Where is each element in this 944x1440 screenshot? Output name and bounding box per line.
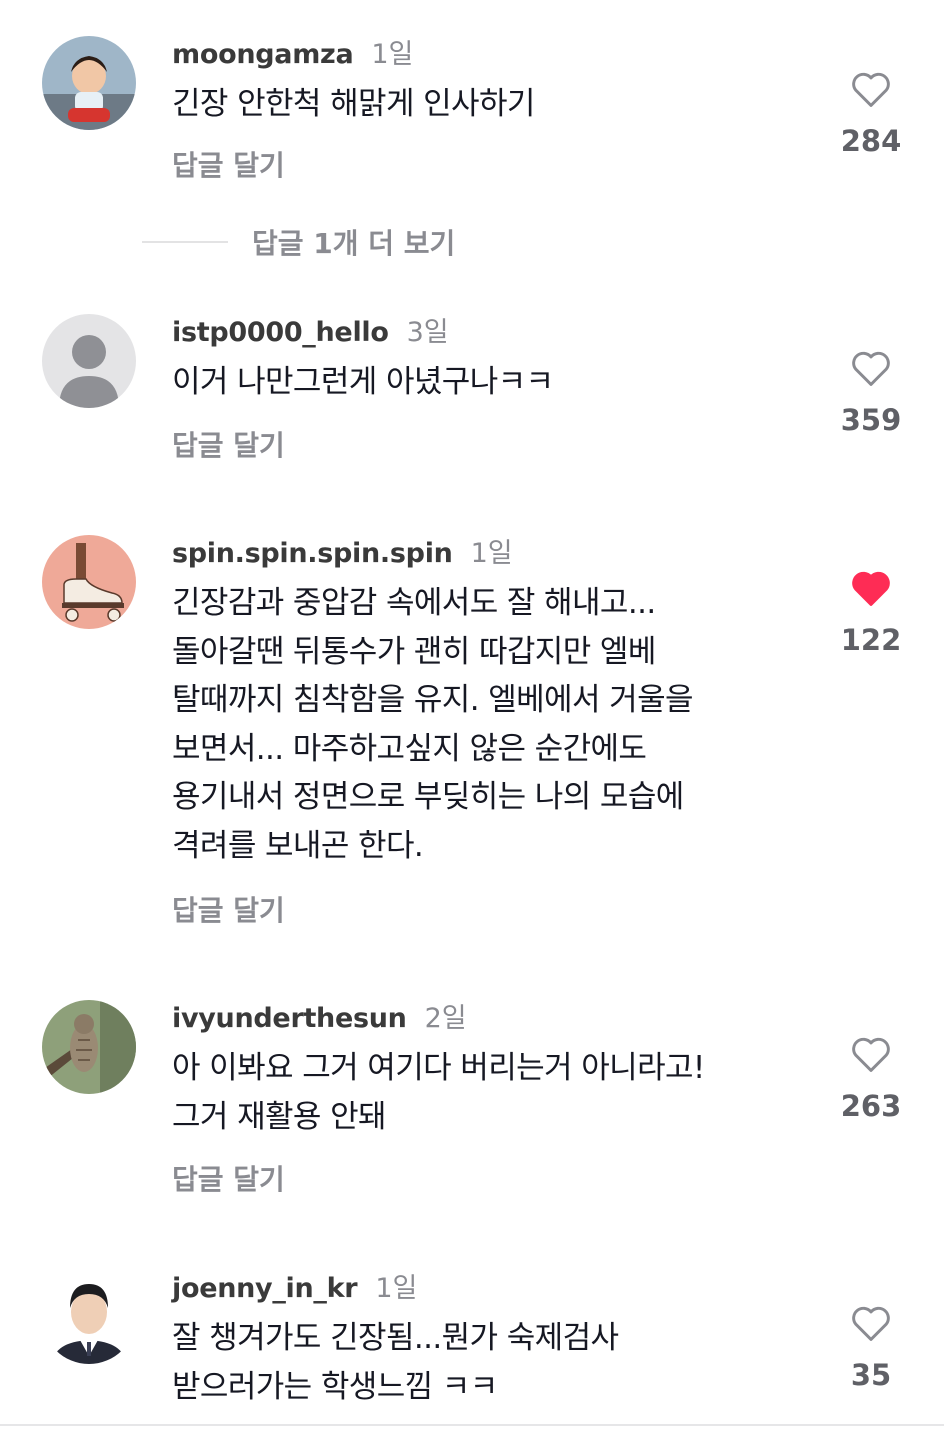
comment-line: 보면서... 마주하고싶지 않은 순간에도	[172, 730, 647, 767]
like-count: 35	[850, 1358, 892, 1392]
like-button[interactable]: 122	[832, 569, 910, 657]
like-button[interactable]: 35	[832, 1304, 910, 1392]
comment-text: 긴장 안한척 해맑게 인사하기	[172, 80, 792, 129]
heart-outline-icon	[852, 1306, 890, 1341]
heart-outline-icon	[852, 1037, 890, 1072]
like-count: 263	[840, 1089, 902, 1123]
comment-line: 그거 재활용 안돼	[172, 1098, 387, 1135]
avatar[interactable]	[42, 314, 136, 408]
comment-line: 긴장 안한척 해맑게 인사하기	[172, 86, 535, 122]
comment-time: 2일	[424, 1003, 467, 1034]
comment-line: 긴장감과 중압감 속에서도 잘 해내고...	[172, 585, 656, 621]
avatar[interactable]	[42, 1000, 136, 1094]
username[interactable]: joenny_in_kr	[172, 1273, 358, 1304]
username[interactable]: spin.spin.spin.spin	[172, 538, 453, 569]
comment-text: 이거 나만그런게 아녔구나ㅋㅋ	[172, 358, 792, 407]
avatar-bird-photo	[42, 1000, 136, 1094]
reply-button[interactable]: 답글 달기	[172, 144, 285, 184]
comment-line: 받으러가는 학생느낌 ㅋㅋ	[172, 1368, 498, 1405]
view-more-replies-button[interactable]: 답글 1개 더 보기	[142, 222, 455, 262]
like-button[interactable]: 284	[832, 70, 910, 158]
like-button[interactable]: 359	[832, 349, 910, 437]
avatar-rollerskate-illustration	[42, 535, 136, 629]
comment-line: 탈때까지 침착함을 유지. 엘베에서 거울을	[172, 682, 694, 718]
comment-line: 용기내서 정면으로 부딪히는 나의 모습에	[172, 779, 684, 815]
reply-button[interactable]: 답글 달기	[172, 424, 285, 464]
like-count: 122	[840, 623, 902, 657]
avatar[interactable]	[42, 535, 136, 629]
default-avatar-icon	[42, 314, 136, 408]
heart-filled-icon	[852, 571, 890, 606]
comment-time: 1일	[470, 538, 513, 569]
like-count: 284	[840, 124, 902, 158]
avatar-man-portrait	[42, 1270, 136, 1364]
comment-time: 1일	[375, 1273, 418, 1304]
avatar[interactable]	[42, 1270, 136, 1364]
comment-text: 잘 챙겨가도 긴장됨...뭔가 숙제검사 받으러가는 학생느낌 ㅋㅋ	[172, 1314, 792, 1411]
comment-line: 잘 챙겨가도 긴장됨...뭔가 숙제검사	[172, 1320, 619, 1356]
heart-outline-icon	[852, 351, 890, 386]
view-more-replies-label: 답글 1개 더 보기	[252, 227, 456, 260]
username[interactable]: ivyunderthesun	[172, 1003, 407, 1034]
comment-time: 1일	[371, 39, 414, 70]
comment-line: 아 이봐요 그거 여기다 버리는거 아니라고!	[172, 1050, 705, 1086]
username[interactable]: moongamza	[172, 39, 354, 70]
comment-text: 아 이봐요 그거 여기다 버리는거 아니라고! 그거 재활용 안돼	[172, 1044, 792, 1141]
like-button[interactable]: 263	[832, 1035, 910, 1123]
like-count: 359	[840, 403, 902, 437]
username[interactable]: istp0000_hello	[172, 317, 389, 348]
reply-button[interactable]: 답글 달기	[172, 1158, 285, 1198]
avatar-child-photo	[42, 36, 136, 130]
comment-line: 이거 나만그런게 아녔구나ㅋㅋ	[172, 364, 554, 400]
reply-button[interactable]: 답글 달기	[172, 889, 285, 929]
avatar[interactable]	[42, 36, 136, 130]
comment-line: 돌아갈땐 뒤통수가 괜히 따갑지만 엘베	[172, 633, 656, 670]
bottom-divider	[0, 1424, 944, 1426]
comment-time: 3일	[406, 317, 449, 348]
heart-outline-icon	[852, 72, 890, 107]
comment-text: 긴장감과 중압감 속에서도 잘 해내고... 돌아갈땐 뒤통수가 괜히 따갑지만…	[172, 579, 792, 870]
comment-line: 격려를 보내곤 한다.	[172, 827, 424, 864]
divider-line	[142, 241, 228, 243]
